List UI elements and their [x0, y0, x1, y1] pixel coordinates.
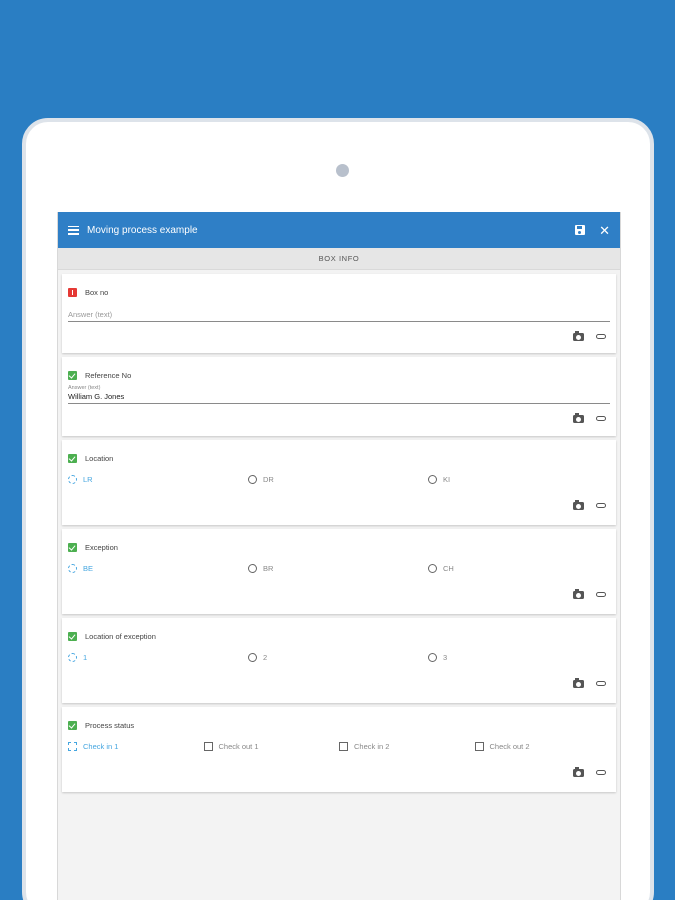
radio-group: LR DR KI [62, 468, 616, 490]
radio-option[interactable]: BR [248, 563, 428, 573]
app-screen: Moving process example ✕ BOX INFO Box no… [57, 212, 621, 900]
question-label: Exception [85, 542, 118, 552]
radio-icon [248, 563, 257, 573]
option-label: Check in 2 [354, 741, 390, 751]
question-header: Reference No [62, 357, 616, 383]
radio-option[interactable]: BE [68, 563, 248, 573]
app-title: Moving process example [87, 224, 198, 236]
box-no-placeholder: Answer (text) [68, 310, 113, 319]
card-actions [62, 490, 616, 521]
tablet-frame: Moving process example ✕ BOX INFO Box no… [22, 118, 654, 900]
paperclip-icon[interactable] [596, 770, 606, 775]
option-label: Check in 1 [83, 741, 119, 751]
question-label: Location [85, 453, 114, 463]
radio-option[interactable]: 2 [248, 652, 428, 662]
card-actions [62, 579, 616, 610]
question-label: Location of exception [85, 631, 156, 641]
question-header: Box no [62, 274, 616, 300]
camera-icon[interactable] [573, 330, 584, 341]
option-label: 2 [263, 652, 268, 662]
question-label: Box no [85, 287, 109, 297]
paperclip-icon[interactable] [596, 681, 606, 686]
question-header: Process status [62, 707, 616, 733]
radio-icon [248, 652, 257, 662]
question-card-location-of-exception: Location of exception 1 2 3 [62, 618, 616, 703]
checkbox-option[interactable]: Check in 2 [339, 741, 475, 751]
checkbox-option[interactable]: Check out 1 [203, 741, 340, 751]
card-actions [62, 322, 616, 351]
checkbox-checked-icon [68, 741, 77, 751]
check-status-icon [68, 370, 77, 380]
option-label: 1 [83, 652, 88, 662]
option-label: 3 [443, 652, 448, 662]
check-status-icon [68, 631, 77, 641]
check-status-icon [68, 542, 77, 552]
option-label: CH [443, 563, 454, 573]
radio-icon [428, 652, 437, 662]
radio-option[interactable]: DR [248, 474, 428, 484]
question-card-reference-no: Reference No Answer (text) William G. Jo… [62, 357, 616, 436]
question-header: Exception [62, 529, 616, 555]
camera-icon[interactable] [573, 677, 584, 688]
question-card-box-no: Box no Answer (text) [62, 274, 616, 353]
check-status-icon [68, 453, 77, 463]
radio-selected-icon [68, 652, 77, 662]
check-status-icon [68, 720, 77, 730]
paperclip-icon[interactable] [596, 416, 606, 421]
reference-no-value: William G. Jones [68, 392, 125, 401]
question-label: Process status [85, 720, 135, 730]
question-header: Location of exception [62, 618, 616, 644]
reference-no-hint: Answer (text) [68, 385, 101, 391]
option-label: BR [263, 563, 274, 573]
menu-icon[interactable] [68, 225, 79, 235]
question-card-location: Location LR DR KI [62, 440, 616, 525]
app-bar: Moving process example ✕ [58, 212, 620, 248]
error-status-icon [68, 287, 77, 297]
option-label: BE [83, 563, 94, 573]
question-card-exception: Exception BE BR CH [62, 529, 616, 614]
radio-selected-icon [68, 563, 77, 573]
checkbox-option[interactable]: Check out 2 [474, 741, 611, 751]
paperclip-icon[interactable] [596, 592, 606, 597]
box-no-input[interactable]: Answer (text) [68, 300, 610, 322]
question-label: Reference No [85, 370, 132, 380]
save-icon[interactable] [575, 225, 586, 235]
radio-option[interactable]: 3 [428, 652, 608, 662]
card-actions [62, 757, 616, 788]
radio-option[interactable]: LR [68, 474, 248, 484]
reference-no-input[interactable]: Answer (text) William G. Jones [68, 383, 610, 404]
option-label: LR [83, 474, 93, 484]
camera-icon[interactable] [573, 499, 584, 510]
checkbox-option[interactable]: Check in 1 [68, 741, 204, 751]
camera-icon[interactable] [573, 766, 584, 777]
radio-icon [428, 563, 437, 573]
camera-icon[interactable] [573, 588, 584, 599]
radio-group: BE BR CH [62, 557, 616, 579]
radio-selected-icon [68, 474, 77, 484]
question-header: Location [62, 440, 616, 466]
close-icon[interactable]: ✕ [599, 224, 610, 237]
question-card-process-status: Process status Check in 1 Check out 1 Ch… [62, 707, 616, 792]
paperclip-icon[interactable] [596, 334, 606, 339]
radio-option[interactable]: KI [428, 474, 608, 484]
tablet-camera [336, 164, 349, 177]
section-header: BOX INFO [58, 248, 620, 270]
radio-option[interactable]: 1 [68, 652, 248, 662]
card-actions [62, 404, 616, 433]
radio-option[interactable]: CH [428, 563, 608, 573]
radio-icon [248, 474, 257, 484]
camera-icon[interactable] [573, 412, 584, 423]
option-label: Check out 1 [218, 741, 259, 751]
checkbox-group: Check in 1 Check out 1 Check in 2 Check … [62, 735, 616, 757]
card-actions [62, 668, 616, 699]
checkbox-icon [203, 741, 213, 751]
option-label: Check out 2 [489, 741, 530, 751]
option-label: DR [263, 474, 274, 484]
checkbox-icon [339, 741, 348, 751]
radio-group: 1 2 3 [62, 646, 616, 668]
checkbox-icon [474, 741, 484, 751]
paperclip-icon[interactable] [596, 503, 606, 508]
option-label: KI [443, 474, 451, 484]
radio-icon [428, 474, 437, 484]
